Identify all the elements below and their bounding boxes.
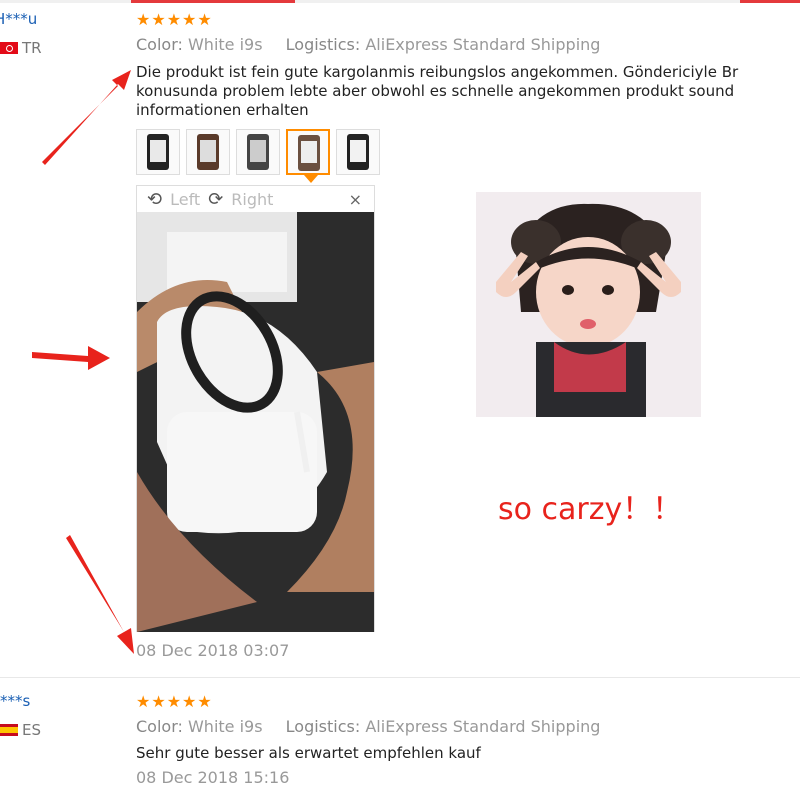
top-tab-bar: [0, 0, 800, 3]
rotate-right-icon[interactable]: ⟳: [208, 189, 223, 210]
reviewer-country: ES: [0, 721, 41, 739]
review-text-line: konusunda problem lebte aber obwohl es s…: [136, 82, 735, 100]
review-thumbnail-selected[interactable]: [286, 129, 330, 183]
review-thumbnail[interactable]: [236, 129, 280, 175]
color-label: Color:: [136, 35, 183, 54]
color-label: Color:: [136, 717, 183, 736]
rotate-left-label[interactable]: Left: [170, 190, 200, 209]
country-code: ES: [22, 721, 41, 739]
review-thumbnail[interactable]: [336, 129, 380, 175]
review-thumbnail[interactable]: [186, 129, 230, 175]
star-rating: ★★★★★: [136, 10, 213, 29]
active-tab-indicator: [131, 0, 295, 3]
review-meta: Color: White i9s Logistics: AliExpress S…: [136, 35, 600, 54]
country-code: TR: [22, 39, 42, 57]
review-date: 08 Dec 2018 15:16: [136, 768, 290, 787]
review-divider: [0, 677, 800, 678]
airpods-case-photo: [137, 212, 374, 632]
image-viewer: ⟲ Left ⟳ Right ×: [136, 185, 375, 632]
reviewer-name[interactable]: ***s: [0, 692, 30, 710]
girl-photo: [476, 192, 701, 417]
reaction-meme-image: [476, 192, 701, 417]
rotate-right-label[interactable]: Right: [231, 190, 273, 209]
close-icon[interactable]: ×: [349, 190, 362, 209]
star-rating: ★★★★★: [136, 692, 213, 711]
logistics-label: Logistics:: [285, 717, 361, 736]
review-text-line: Die produkt ist fein gute kargolanmis re…: [136, 63, 739, 81]
spain-flag-icon: [0, 724, 18, 736]
review-text-line: informationen erhalten: [136, 101, 309, 119]
arrow-icon: [42, 70, 131, 165]
review-thumbnail[interactable]: [136, 129, 180, 175]
annotation-caption: so carzy！！: [498, 492, 683, 527]
logistics-value: AliExpress Standard Shipping: [365, 35, 601, 54]
reviewer-name[interactable]: H***u: [0, 10, 37, 28]
review-text: Sehr gute besser als erwartet empfehlen …: [136, 744, 481, 762]
color-value: White i9s: [187, 35, 263, 54]
image-viewer-toolbar: ⟲ Left ⟳ Right ×: [137, 186, 374, 212]
logistics-value: AliExpress Standard Shipping: [365, 717, 601, 736]
color-value: White i9s: [187, 717, 263, 736]
arrow-icon: [66, 535, 134, 654]
review-date: 08 Dec 2018 03:07: [136, 641, 290, 660]
review-text: Die produkt ist fein gute kargolanmis re…: [136, 63, 800, 120]
review-thumbnails: [136, 129, 380, 183]
rotate-left-icon[interactable]: ⟲: [147, 189, 162, 210]
review-meta: Color: White i9s Logistics: AliExpress S…: [136, 717, 600, 736]
arrow-icon: [32, 346, 110, 370]
logistics-label: Logistics:: [285, 35, 361, 54]
reviewer-country: TR: [0, 39, 42, 57]
tab-indicator: [740, 0, 800, 3]
review-photo: [137, 212, 374, 632]
turkey-flag-icon: [0, 42, 18, 54]
